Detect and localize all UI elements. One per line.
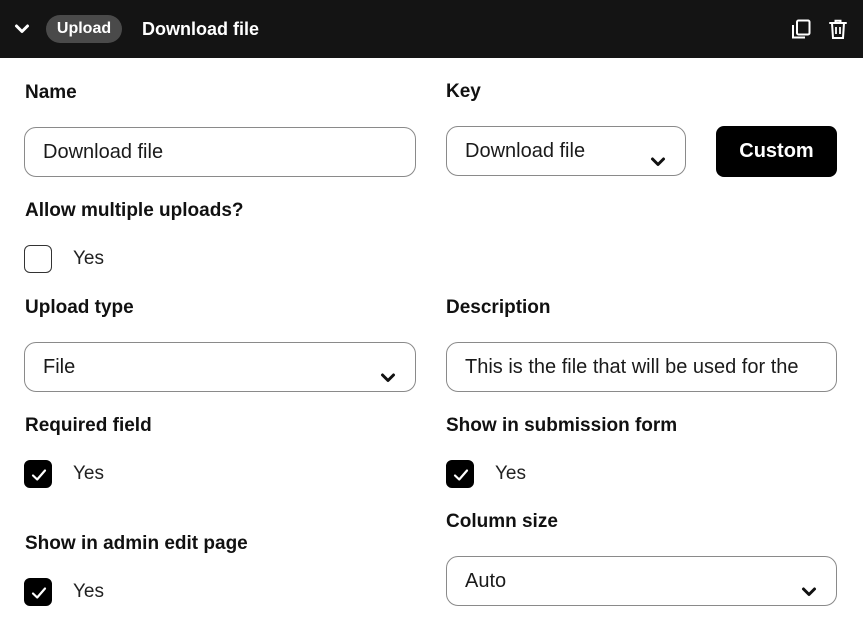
chevron-down-icon[interactable]: [13, 20, 31, 38]
custom-key-button[interactable]: Custom: [716, 126, 837, 177]
required-field-label: Required field: [25, 415, 152, 436]
upload-type-select[interactable]: File: [24, 342, 416, 392]
show-in-submission-label: Show in submission form: [446, 415, 678, 436]
checkmark-icon: [453, 469, 469, 481]
show-in-submission-option: Yes: [495, 463, 526, 484]
key-select-value: Download file: [465, 140, 586, 162]
allow-multiple-option: Yes: [73, 248, 104, 269]
allow-multiple-label: Allow multiple uploads?: [25, 200, 244, 221]
chevron-down-icon: [649, 141, 667, 166]
show-in-admin-label: Show in admin edit page: [25, 533, 248, 554]
key-label: Key: [446, 81, 481, 102]
checkmark-icon: [31, 469, 47, 481]
chevron-down-icon: [379, 357, 397, 382]
upload-type-value: File: [43, 356, 76, 378]
column-size-select[interactable]: Auto: [446, 556, 837, 606]
column-size-value: Auto: [465, 570, 507, 592]
copy-icon[interactable]: [790, 18, 812, 40]
field-header-bar: Upload Download file: [0, 0, 863, 58]
field-type-badge: Upload: [46, 15, 122, 43]
key-select[interactable]: Download file: [446, 126, 686, 176]
description-input[interactable]: This is the file that will be used for t…: [446, 342, 837, 392]
required-field-option: Yes: [73, 463, 104, 484]
show-in-admin-option: Yes: [73, 581, 104, 602]
show-in-submission-checkbox[interactable]: [446, 460, 474, 488]
column-size-label: Column size: [446, 511, 558, 532]
checkmark-icon: [31, 587, 47, 599]
name-input-value: Download file: [43, 141, 164, 163]
allow-multiple-checkbox[interactable]: [24, 245, 52, 273]
description-label: Description: [446, 297, 551, 318]
upload-type-label: Upload type: [25, 297, 134, 318]
trash-icon[interactable]: [827, 18, 849, 40]
name-input[interactable]: Download file: [24, 127, 416, 177]
description-value: This is the file that will be used for t…: [465, 356, 799, 378]
show-in-admin-checkbox[interactable]: [24, 578, 52, 606]
name-label: Name: [25, 82, 77, 103]
field-title: Download file: [142, 19, 259, 39]
chevron-down-icon: [800, 571, 818, 596]
required-field-checkbox[interactable]: [24, 460, 52, 488]
